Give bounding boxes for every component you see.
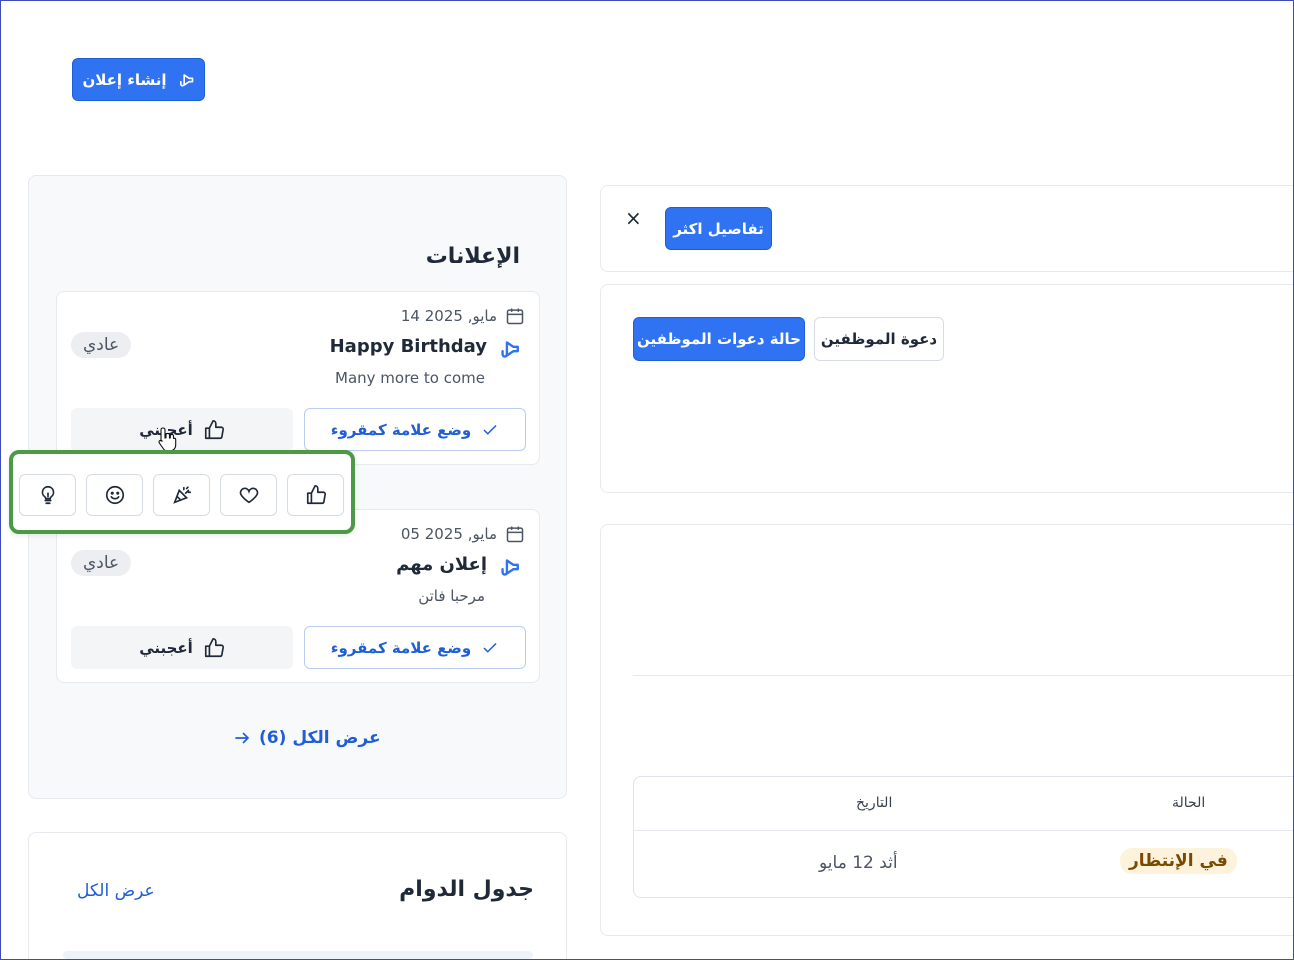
announcement-description: مرحبا فاتن <box>418 587 485 605</box>
react-smiley-button[interactable] <box>86 474 143 516</box>
schedule-panel: جدول الدوام عرض الكل <box>28 832 567 960</box>
tab-invite-employees[interactable]: دعوة الموظفين <box>814 317 944 361</box>
view-all-announcements-link[interactable]: عرض الكل (6) <box>233 728 381 748</box>
schedule-view-all-link[interactable]: عرض الكل <box>77 881 155 901</box>
thumbs-up-icon <box>203 419 225 441</box>
more-details-button[interactable]: تفاصيل اكثر <box>665 207 772 250</box>
table-cell-date: أثد 12 مايو <box>819 853 898 873</box>
schedule-row-strip <box>63 951 533 959</box>
reactions-popover <box>9 450 355 534</box>
announcements-title: الإعلانات <box>425 244 520 269</box>
column-header-status: الحالة <box>1172 795 1206 811</box>
tab-invitation-status[interactable]: حالة دعوات الموظفين <box>633 317 805 361</box>
schedule-title: جدول الدوام <box>399 877 534 902</box>
react-thumbs-up-button[interactable] <box>287 474 344 516</box>
lightbulb-icon <box>37 484 59 506</box>
check-icon <box>481 421 499 439</box>
invitations-table: الحالة التاريخ في الإنتظار أثد 12 مايو <box>633 776 1294 898</box>
column-header-date: التاريخ <box>856 795 893 811</box>
megaphone-icon <box>495 554 521 580</box>
check-icon <box>481 639 499 657</box>
invitations-table-panel: الحالة التاريخ في الإنتظار أثد 12 مايو <box>600 524 1294 936</box>
announcement-name: إعلان مهم <box>396 548 521 580</box>
divider <box>633 675 1294 676</box>
announcement-date: 14 مايو, 2025 <box>401 306 525 326</box>
calendar-icon <box>505 524 525 544</box>
announcement-date-text: 05 مايو, 2025 <box>400 525 497 543</box>
view-all-announcements-label: عرض الكل (6) <box>259 728 381 748</box>
priority-badge: عادي <box>71 332 132 358</box>
details-panel: × تفاصيل اكثر <box>600 185 1294 272</box>
like-label: أعجبني <box>139 638 193 657</box>
party-popper-icon <box>171 484 193 506</box>
thumbs-up-icon <box>203 637 225 659</box>
react-heart-button[interactable] <box>220 474 277 516</box>
announcement-name-text: إعلان مهم <box>396 553 487 575</box>
announcement-date-text: 14 مايو, 2025 <box>400 307 497 325</box>
close-icon[interactable]: × <box>625 206 642 230</box>
priority-badge: عادي <box>71 550 132 576</box>
like-button[interactable]: أعجبني <box>71 626 293 669</box>
react-lightbulb-button[interactable] <box>19 474 76 516</box>
arrow-right-icon <box>233 729 251 747</box>
status-badge: في الإنتظار <box>1120 848 1237 874</box>
mark-as-read-button[interactable]: وضع علامة كمقروء <box>304 408 526 451</box>
mark-as-read-label: وضع علامة كمقروء <box>330 420 472 439</box>
announcement-card: 05 مايو, 2025 إعلان مهم مرحبا فاتن عادي … <box>56 509 540 683</box>
heart-icon <box>238 484 260 506</box>
like-button[interactable]: أعجبني <box>71 408 293 451</box>
table-row-divider <box>634 830 1294 831</box>
create-announcement-button[interactable]: إنشاء إعلان <box>72 58 205 101</box>
react-party-button[interactable] <box>153 474 210 516</box>
smiley-icon <box>104 484 126 506</box>
announcement-name-text: Happy Birthday <box>329 335 487 357</box>
announcement-card: 14 مايو, 2025 Happy Birthday Many more t… <box>56 291 540 465</box>
megaphone-icon <box>175 70 195 90</box>
announcement-date: 05 مايو, 2025 <box>401 524 525 544</box>
create-announcement-label: إنشاء إعلان <box>82 70 167 89</box>
mark-as-read-button[interactable]: وضع علامة كمقروء <box>304 626 526 669</box>
mark-as-read-label: وضع علامة كمقروء <box>330 638 472 657</box>
thumbs-up-icon <box>305 484 327 506</box>
invites-panel: حالة دعوات الموظفين دعوة الموظفين <box>600 284 1294 493</box>
calendar-icon <box>505 306 525 326</box>
megaphone-icon <box>495 336 521 362</box>
announcement-description: Many more to come <box>335 369 485 387</box>
announcement-name: Happy Birthday <box>330 330 521 362</box>
